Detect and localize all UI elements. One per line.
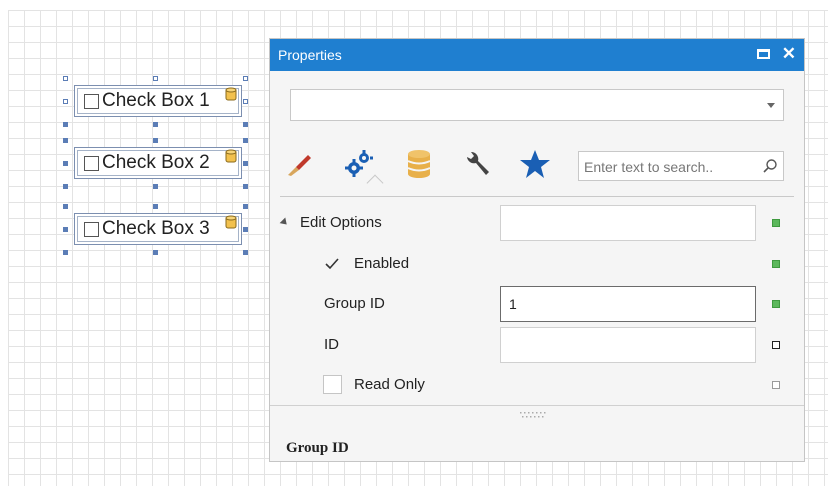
gears-icon[interactable] — [342, 147, 376, 181]
selection-handle[interactable] — [63, 99, 68, 104]
database-icon — [225, 87, 237, 101]
maximize-icon[interactable] — [756, 49, 770, 59]
selection-handle[interactable] — [243, 227, 248, 232]
close-icon[interactable]: ✕ — [782, 45, 796, 62]
property-label: Edit Options — [300, 214, 382, 231]
search-icon[interactable] — [762, 158, 778, 174]
tabs-divider — [280, 196, 794, 197]
object-selector-combo[interactable] — [290, 89, 784, 121]
selection-handle[interactable] — [153, 76, 158, 81]
selection-handle[interactable] — [243, 250, 248, 255]
id-field[interactable] — [500, 327, 756, 363]
check-box-label: Check Box 3 — [102, 218, 210, 239]
selection-handle[interactable] — [63, 76, 68, 81]
selection-handle[interactable] — [63, 250, 68, 255]
selection-handle[interactable] — [153, 204, 158, 209]
database-icon[interactable] — [402, 147, 436, 181]
selection-handle[interactable] — [243, 204, 248, 209]
checkmark-icon[interactable] — [324, 256, 340, 272]
selection-handle[interactable] — [243, 161, 248, 166]
collapse-triangle-icon[interactable] — [279, 217, 290, 228]
check-box-control-1[interactable]: Check Box 1 — [63, 76, 250, 127]
check-box-square[interactable] — [84, 221, 99, 237]
read-only-checkbox[interactable] — [323, 375, 342, 394]
wrench-icon[interactable] — [460, 147, 494, 181]
property-marker[interactable] — [772, 300, 780, 308]
selection-handle[interactable] — [153, 122, 158, 127]
property-tabs — [282, 143, 550, 192]
selection-handle[interactable] — [63, 184, 68, 189]
property-label: Read Only — [354, 376, 425, 393]
star-icon[interactable] — [518, 147, 552, 181]
selection-handle[interactable] — [63, 227, 68, 232]
property-row-read-only[interactable]: Read Only — [270, 365, 804, 405]
brush-icon[interactable] — [282, 147, 316, 181]
selection-handle[interactable] — [153, 138, 158, 143]
selection-handle[interactable] — [243, 138, 248, 143]
selection-handle[interactable] — [243, 99, 248, 104]
property-row-group-id[interactable]: Group ID 1 — [270, 284, 804, 324]
selection-handle[interactable] — [63, 204, 68, 209]
selection-handle[interactable] — [243, 76, 248, 81]
selection-handle[interactable] — [63, 138, 68, 143]
panel-title-bar[interactable]: Properties ✕ — [270, 39, 804, 71]
selection-handle[interactable] — [63, 122, 68, 127]
selection-handle[interactable] — [243, 122, 248, 127]
property-marker[interactable] — [772, 381, 780, 389]
property-label: Enabled — [354, 255, 410, 272]
panel-title: Properties — [278, 47, 342, 63]
property-marker[interactable] — [772, 219, 780, 227]
selection-handle[interactable] — [63, 161, 68, 166]
check-box-control-3[interactable]: Check Box 3 — [63, 204, 250, 255]
check-box-label: Check Box 2 — [102, 152, 210, 173]
properties-panel: Properties ✕ Enter text to search.. Edit… — [269, 38, 805, 462]
selection-handle[interactable] — [153, 250, 158, 255]
database-icon — [225, 149, 237, 163]
property-label: Group ID — [324, 295, 385, 312]
selection-handle[interactable] — [153, 184, 158, 189]
edit-options-value[interactable] — [500, 205, 756, 241]
database-icon — [225, 215, 237, 229]
property-row-id[interactable]: ID — [270, 325, 804, 365]
splitter-grip-icon[interactable] — [520, 411, 548, 419]
description-title: Group ID — [286, 440, 349, 456]
selection-handle[interactable] — [243, 184, 248, 189]
check-box-square[interactable] — [84, 155, 99, 171]
property-row-edit-options[interactable]: Edit Options — [270, 203, 804, 243]
property-label: ID — [324, 336, 339, 353]
check-box-label: Check Box 1 — [102, 90, 210, 111]
property-marker[interactable] — [772, 341, 780, 349]
description-splitter[interactable] — [270, 405, 804, 406]
check-box-control-2[interactable]: Check Box 2 — [63, 138, 250, 189]
search-input[interactable] — [579, 152, 760, 182]
property-marker[interactable] — [772, 260, 780, 268]
property-search-box[interactable] — [578, 151, 784, 182]
property-row-enabled[interactable]: Enabled — [270, 244, 804, 284]
group-id-field[interactable]: 1 — [500, 286, 756, 322]
check-box-square[interactable] — [84, 93, 99, 109]
chevron-down-icon[interactable] — [767, 103, 775, 108]
